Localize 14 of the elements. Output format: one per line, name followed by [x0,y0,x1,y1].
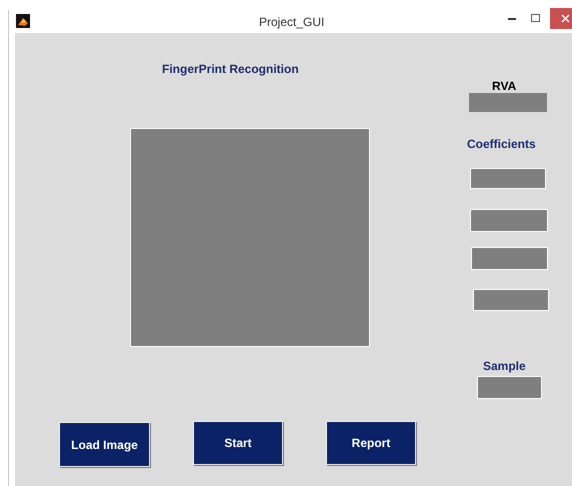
action-button[interactable]: Load Image [59,422,150,467]
field-label: Sample [483,358,526,375]
action-button[interactable]: Report [326,421,416,465]
close-button[interactable] [550,8,572,29]
app-icon [16,14,30,28]
minimize-icon[interactable] [508,18,516,21]
sample-field [477,376,542,399]
field-label: RVA [492,78,516,95]
close-icon [561,14,570,23]
action-button[interactable]: Start [193,421,283,465]
window-title: Project_GUI [259,14,324,31]
maximize-icon[interactable] [531,14,540,22]
field-label: Coefficients [467,136,536,153]
heading: FingerPrint Recognition [162,61,299,78]
